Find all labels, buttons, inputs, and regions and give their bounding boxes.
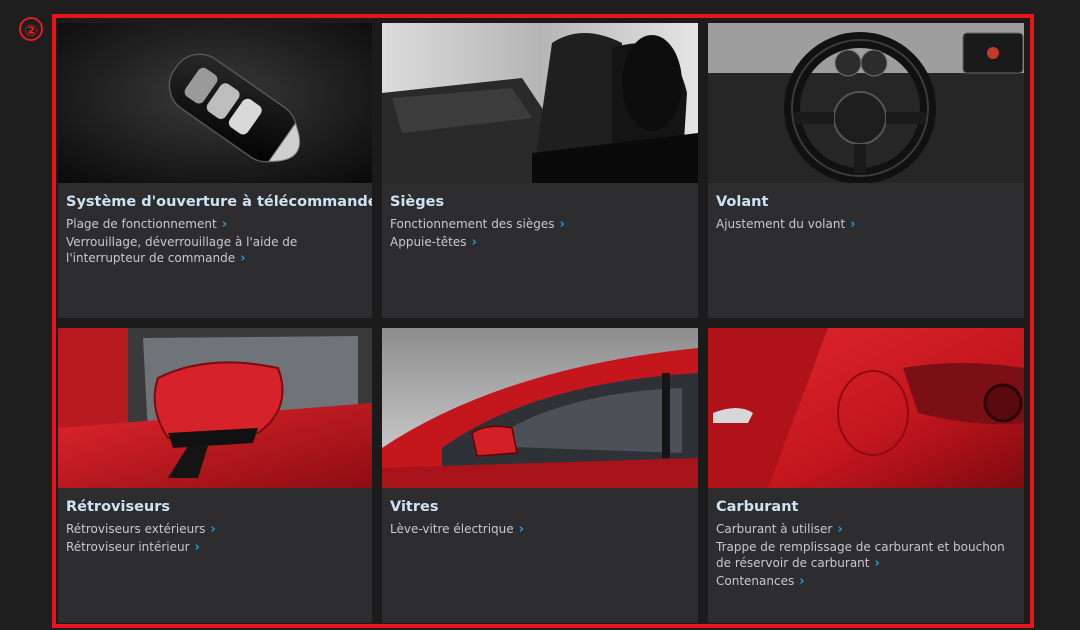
card-title: Vitres xyxy=(390,499,439,515)
link-plage-fonctionnement[interactable]: Plage de fonctionnement › xyxy=(66,216,364,233)
chevron-right-icon: › xyxy=(559,217,565,232)
link-ajustement-volant[interactable]: Ajustement du volant › xyxy=(716,216,1016,233)
link-label: Contenances xyxy=(716,574,795,588)
highlight-frame: Système d'ouverture à télécommande Plage… xyxy=(52,14,1034,628)
chevron-right-icon: › xyxy=(518,522,524,537)
card-title: Sièges xyxy=(390,194,445,210)
link-label: Plage de fonctionnement xyxy=(66,217,217,231)
link-appuie-tetes[interactable]: Appuie-têtes › xyxy=(390,234,690,251)
link-contenances[interactable]: Contenances › xyxy=(716,573,1016,590)
card-text: Vitres Lève-vitre électrique › xyxy=(382,488,698,547)
chevron-right-icon: › xyxy=(799,574,805,589)
chevron-right-icon: › xyxy=(194,540,200,555)
topic-card-seats[interactable]: Sièges Fonctionnement des sièges › Appuie… xyxy=(382,23,698,318)
fuel-door-image xyxy=(708,328,1024,488)
card-text: Volant Ajustement du volant › xyxy=(708,183,1024,242)
link-label: Lève-vitre électrique xyxy=(390,522,514,536)
link-label: Appuie-têtes xyxy=(390,235,467,249)
topic-grid: Système d'ouverture à télécommande Plage… xyxy=(58,23,1028,623)
link-retroviseur-interieur[interactable]: Rétroviseur intérieur › xyxy=(66,539,364,556)
topic-card-fuel[interactable]: Carburant Carburant à utiliser › Trappe d… xyxy=(708,328,1024,623)
link-trappe-remplissage[interactable]: Trappe de remplissage de carburant et bo… xyxy=(716,539,1016,572)
seats-image xyxy=(382,23,698,183)
card-text: Rétroviseurs Rétroviseurs extérieurs › Ré… xyxy=(58,488,372,565)
chevron-right-icon: › xyxy=(837,522,843,537)
chevron-right-icon: › xyxy=(471,235,477,250)
card-text: Carburant Carburant à utiliser › Trappe d… xyxy=(708,488,1024,599)
window-image xyxy=(382,328,698,488)
page: ② Système d'ouverture à télécommande Pla… xyxy=(0,0,1080,630)
chevron-right-icon: › xyxy=(221,217,228,232)
card-text: Système d'ouverture à télécommande Plage… xyxy=(58,183,372,276)
card-title: Volant xyxy=(716,194,769,210)
topic-card-keyless[interactable]: Système d'ouverture à télécommande Plage… xyxy=(58,23,372,318)
step-marker: ② xyxy=(19,17,43,41)
key-fob-image xyxy=(58,23,372,183)
card-title: Carburant xyxy=(716,499,799,515)
link-label: Trappe de remplissage de carburant et bo… xyxy=(716,540,1005,570)
link-label: Verrouillage, déverrouillage à l'aide de… xyxy=(66,235,298,265)
link-retroviseurs-exterieurs[interactable]: Rétroviseurs extérieurs › xyxy=(66,521,364,538)
topic-card-mirrors[interactable]: Rétroviseurs Rétroviseurs extérieurs › Ré… xyxy=(58,328,372,623)
steering-wheel-image xyxy=(708,23,1024,183)
link-carburant-utiliser[interactable]: Carburant à utiliser › xyxy=(716,521,1016,538)
link-label: Carburant à utiliser xyxy=(716,522,833,536)
chevron-right-icon: › xyxy=(240,251,246,266)
chevron-right-icon: › xyxy=(850,217,856,232)
link-label: Fonctionnement des sièges xyxy=(390,217,555,231)
chevron-right-icon: › xyxy=(210,522,216,537)
chevron-right-icon: › xyxy=(874,556,880,571)
card-title: Système d'ouverture à télécommande xyxy=(66,194,372,210)
card-text: Sièges Fonctionnement des sièges › Appuie… xyxy=(382,183,698,260)
topic-card-windows[interactable]: Vitres Lève-vitre électrique › xyxy=(382,328,698,623)
link-fonctionnement-sieges[interactable]: Fonctionnement des sièges › xyxy=(390,216,690,233)
link-label: Rétroviseurs extérieurs xyxy=(66,522,206,536)
link-verrouillage[interactable]: Verrouillage, déverrouillage à l'aide de… xyxy=(66,234,364,267)
topic-card-steering[interactable]: Volant Ajustement du volant › xyxy=(708,23,1024,318)
link-label: Rétroviseur intérieur xyxy=(66,540,190,554)
link-leve-vitre[interactable]: Lève-vitre électrique › xyxy=(390,521,690,538)
mirror-image xyxy=(58,328,372,488)
card-title: Rétroviseurs xyxy=(66,499,171,515)
link-label: Ajustement du volant xyxy=(716,217,846,231)
